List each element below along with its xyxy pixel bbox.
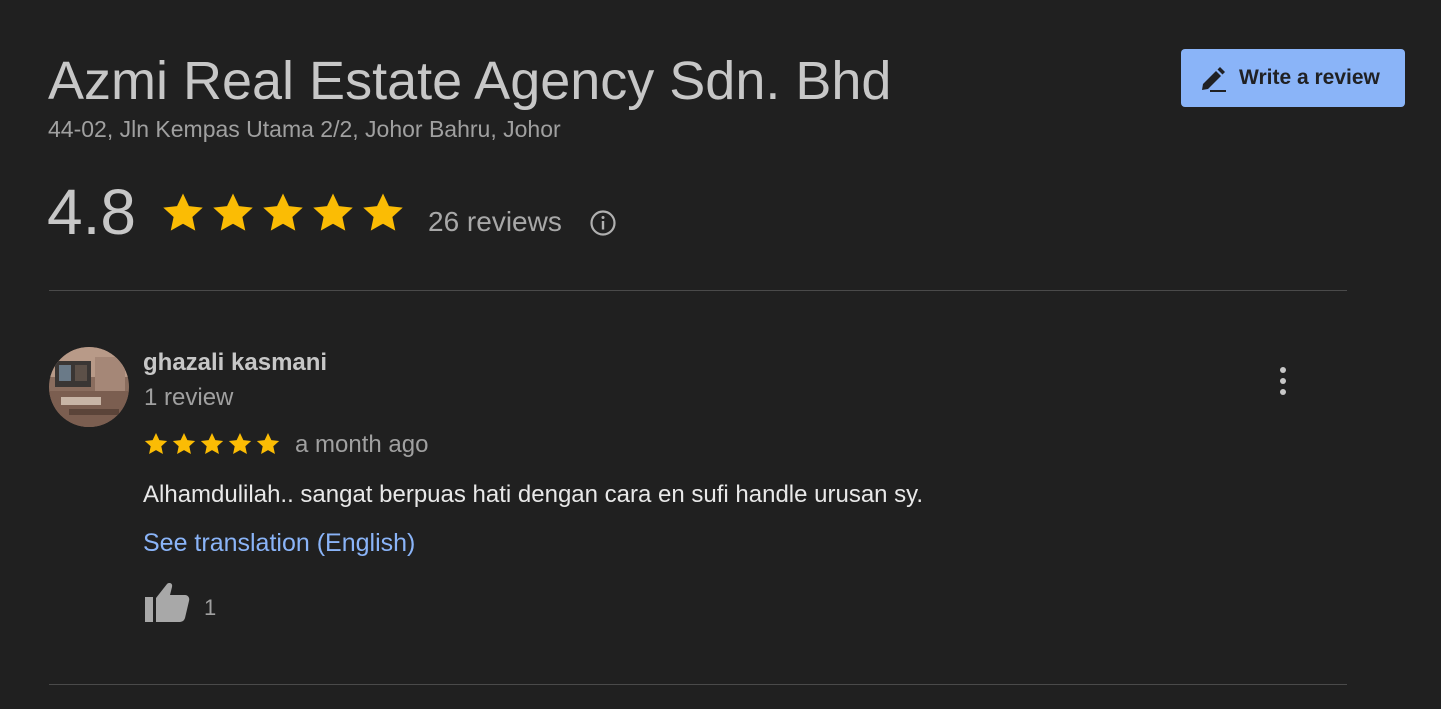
- star-icon: [200, 432, 224, 454]
- write-review-label: Write a review: [1239, 66, 1380, 89]
- divider: [49, 290, 1347, 291]
- average-rating-stars: [160, 190, 406, 236]
- like-count: 1: [204, 595, 217, 620]
- business-reviews-panel: Azmi Real Estate Agency Sdn. Bhd 44-02, …: [0, 0, 1441, 709]
- star-icon: [172, 432, 196, 454]
- review-date: a month ago: [295, 431, 429, 458]
- reviewer-review-count: 1 review: [144, 384, 234, 411]
- see-translation-link[interactable]: See translation (English): [143, 529, 415, 558]
- star-icon: [228, 432, 252, 454]
- reviewer-name[interactable]: ghazali kasmani: [143, 349, 327, 377]
- star-icon: [144, 432, 168, 454]
- star-icon: [256, 432, 280, 454]
- info-icon[interactable]: [589, 209, 617, 237]
- star-icon: [313, 193, 353, 231]
- thumbs-up-icon[interactable]: [143, 580, 191, 624]
- divider: [49, 684, 1347, 685]
- average-rating: 4.8: [47, 176, 136, 248]
- star-icon: [163, 193, 203, 231]
- review-count: 26 reviews: [428, 206, 562, 237]
- star-icon: [363, 193, 403, 231]
- pencil-icon: [1202, 67, 1226, 92]
- review-stars: [143, 431, 281, 457]
- review-text: Alhamdulilah.. sangat berpuas hati denga…: [143, 481, 924, 508]
- business-name: Azmi Real Estate Agency Sdn. Bhd: [48, 51, 892, 111]
- business-address: 44-02, Jln Kempas Utama 2/2, Johor Bahru…: [48, 116, 561, 142]
- write-review-button[interactable]: Write a review: [1181, 49, 1405, 107]
- more-vert-icon[interactable]: [1270, 364, 1296, 398]
- star-icon: [213, 193, 253, 231]
- reviewer-photo: [49, 347, 129, 427]
- avatar[interactable]: [49, 347, 129, 427]
- star-icon: [263, 193, 303, 231]
